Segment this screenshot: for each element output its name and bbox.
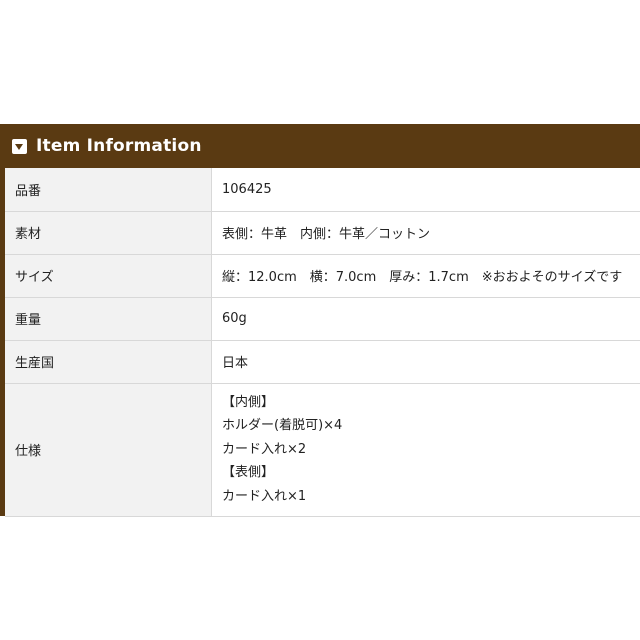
row-label: 生産国 bbox=[5, 340, 212, 384]
collapse-toggle-icon[interactable] bbox=[12, 138, 27, 154]
spec-line: 【表側】 bbox=[222, 465, 275, 481]
table-row: 素材 表側：牛革 内側：牛革／コットン bbox=[5, 211, 640, 255]
row-label: 品番 bbox=[5, 168, 212, 212]
spec-line: カード入れ×2 bbox=[222, 441, 307, 457]
row-label: 重量 bbox=[5, 297, 212, 341]
row-label: サイズ bbox=[5, 254, 212, 298]
row-value: 日本 bbox=[211, 340, 640, 384]
row-value: 60g bbox=[211, 297, 640, 341]
row-value: 106425 bbox=[211, 168, 640, 212]
row-value: 縦：12.0cm 横：7.0cm 厚み：1.7cm ※おおよそのサイズです bbox=[211, 254, 640, 298]
item-information-panel: Item Information 品番 106425 素材 表側：牛革 内側：牛… bbox=[0, 124, 640, 517]
item-info-table: 品番 106425 素材 表側：牛革 内側：牛革／コットン サイズ 縦：12.0… bbox=[5, 168, 640, 517]
row-label: 素材 bbox=[5, 211, 212, 255]
row-value: 表側：牛革 内側：牛革／コットン bbox=[211, 211, 640, 255]
row-value-multiline: 【内側】 ホルダー(着脱可)×4 カード入れ×2 【表側】 カード入れ×1 bbox=[211, 383, 640, 517]
table-row: 生産国 日本 bbox=[5, 340, 640, 384]
section-header[interactable]: Item Information bbox=[0, 124, 640, 168]
table-row: サイズ 縦：12.0cm 横：7.0cm 厚み：1.7cm ※おおよそのサイズで… bbox=[5, 254, 640, 298]
spec-line: カード入れ×1 bbox=[222, 488, 307, 504]
table-row: 仕様 【内側】 ホルダー(着脱可)×4 カード入れ×2 【表側】 カード入れ×1 bbox=[5, 383, 640, 517]
row-label: 仕様 bbox=[5, 383, 212, 517]
section-title: Item Information bbox=[36, 136, 202, 156]
table-row: 品番 106425 bbox=[5, 168, 640, 212]
spec-line: 【内側】 bbox=[222, 394, 275, 410]
spec-line: ホルダー(着脱可)×4 bbox=[222, 418, 343, 434]
table-row: 重量 60g bbox=[5, 297, 640, 341]
